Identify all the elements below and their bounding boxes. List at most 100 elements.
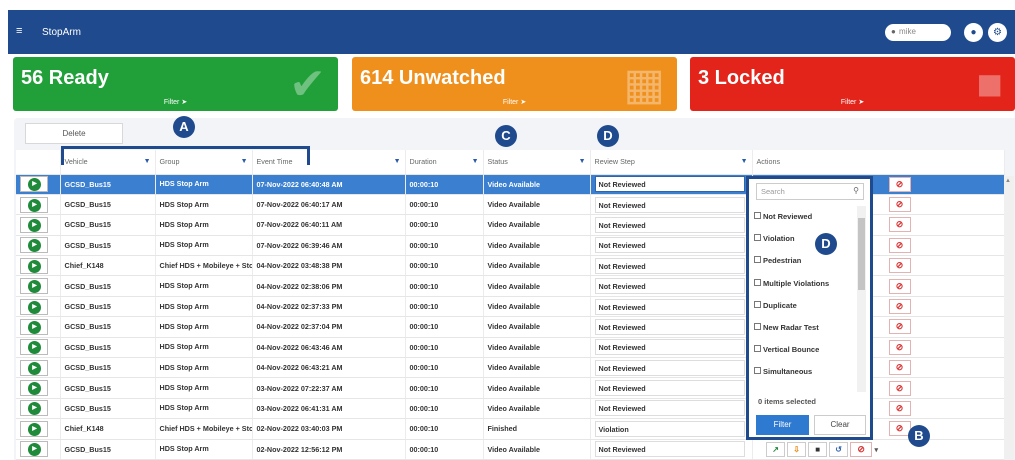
block-icon[interactable]: ⊘ (888, 380, 911, 396)
block-icon[interactable]: ⊘ (888, 360, 911, 376)
review-step-cell[interactable]: Not Reviewed (590, 357, 753, 379)
play-cell[interactable]: ▶ (16, 255, 61, 277)
review-step-cell[interactable]: Not Reviewed (590, 439, 753, 460)
export-icon[interactable]: ↗ (766, 441, 786, 457)
lock-action-icon[interactable]: ■ (808, 441, 828, 457)
review-step-select[interactable]: Not Reviewed (594, 216, 745, 233)
play-cell[interactable]: ▶ (16, 377, 61, 399)
play-cell[interactable]: ▶ (16, 296, 61, 318)
filter-option[interactable]: Not Reviewed (754, 206, 854, 228)
play-cell[interactable]: ▶ (16, 337, 61, 359)
play-icon[interactable]: ▶ (28, 402, 41, 416)
block-icon[interactable]: ⊘ (888, 237, 911, 253)
table-row[interactable]: ▶ GCSD_Bus15 HDS Stop Arm 02-Nov-2022 12:56… (16, 439, 1005, 460)
review-step-select[interactable]: Not Reviewed (594, 237, 745, 254)
filter-funnel-icon[interactable]: ▼ (394, 158, 401, 165)
header-review-step[interactable]: Review Step ▼ (590, 150, 753, 175)
header-duration[interactable]: Duration ▼ (405, 150, 484, 175)
review-step-cell[interactable]: Not Reviewed (590, 377, 753, 399)
review-step-select[interactable]: Not Reviewed (594, 441, 745, 458)
table-scrollbar[interactable]: ▲ (1004, 176, 1014, 460)
block-icon[interactable]: ⊘ (888, 299, 911, 315)
checkbox[interactable] (754, 322, 761, 330)
review-step-select[interactable]: Not Reviewed (594, 359, 745, 376)
play-icon[interactable]: ▶ (28, 341, 41, 355)
play-icon[interactable]: ▶ (28, 320, 41, 334)
clear-filter-button[interactable]: Clear (814, 415, 866, 435)
review-step-cell[interactable]: Not Reviewed (590, 337, 753, 359)
checkbox[interactable] (754, 212, 761, 219)
block-icon[interactable]: ⊘ (850, 441, 873, 457)
review-step-cell[interactable]: Not Reviewed (590, 174, 753, 195)
filter-option[interactable]: Multiple Violations (754, 273, 854, 295)
review-step-cell[interactable]: Not Reviewed (590, 235, 753, 257)
apply-filter-button[interactable]: Filter (756, 415, 809, 435)
play-cell[interactable]: ▶ (16, 275, 61, 297)
checkbox[interactable] (754, 345, 761, 353)
filter-option[interactable]: Simultaneous (754, 361, 854, 383)
filter-funnel-icon[interactable]: ▼ (472, 158, 479, 165)
block-icon[interactable]: ⊘ (888, 400, 911, 416)
play-icon[interactable]: ▶ (28, 422, 41, 436)
filter-funnel-icon[interactable]: ▼ (741, 158, 748, 165)
play-icon[interactable]: ▶ (28, 300, 41, 314)
search-icon[interactable]: ⚲ (853, 186, 859, 195)
checkbox[interactable] (754, 256, 761, 264)
filter-funnel-icon[interactable]: ▼ (579, 158, 586, 165)
locked-filter-link[interactable]: Filter ➤ (690, 98, 1015, 106)
play-cell[interactable]: ▶ (16, 174, 61, 195)
block-icon[interactable]: ⊘ (888, 278, 911, 294)
play-icon[interactable]: ▶ (28, 280, 41, 294)
filter-option[interactable]: Vertical Bounce (754, 339, 854, 361)
header-status[interactable]: Status ▼ (483, 150, 591, 175)
filter-option[interactable]: Pedestrian (754, 250, 854, 272)
review-step-cell[interactable]: Not Reviewed (590, 214, 753, 236)
review-step-select[interactable]: Not Reviewed (594, 176, 745, 193)
checkbox[interactable] (754, 300, 761, 308)
checkbox[interactable] (754, 367, 761, 375)
review-step-cell[interactable]: Not Reviewed (590, 296, 753, 318)
scroll-thumb[interactable] (858, 218, 865, 290)
play-icon[interactable]: ▶ (28, 361, 41, 375)
play-icon[interactable]: ▶ (28, 218, 41, 232)
play-cell[interactable]: ▶ (16, 214, 61, 236)
play-icon[interactable]: ▶ (28, 239, 41, 253)
checkbox[interactable] (754, 278, 761, 286)
hamburger-menu-icon[interactable]: ≡ (16, 25, 22, 37)
block-icon[interactable]: ⊘ (888, 319, 911, 335)
filter-search-input[interactable]: Search ⚲ (756, 183, 864, 200)
review-step-select[interactable]: Violation (594, 420, 745, 437)
play-cell[interactable]: ▶ (16, 398, 61, 420)
review-step-select[interactable]: Not Reviewed (594, 380, 745, 397)
block-icon[interactable]: ⊘ (888, 217, 911, 233)
play-cell[interactable]: ▶ (16, 194, 61, 216)
review-step-cell[interactable]: Not Reviewed (590, 316, 753, 338)
play-icon[interactable]: ▶ (28, 259, 41, 273)
review-step-select[interactable]: Not Reviewed (594, 318, 745, 335)
review-step-cell[interactable]: Not Reviewed (590, 275, 753, 297)
review-step-select[interactable]: Not Reviewed (594, 298, 745, 315)
review-step-cell[interactable]: Not Reviewed (590, 194, 753, 216)
review-step-cell[interactable]: Not Reviewed (590, 255, 753, 277)
checkbox[interactable] (754, 234, 761, 242)
play-cell[interactable]: ▶ (16, 418, 61, 440)
history-icon[interactable]: ↺ (829, 441, 849, 457)
download-icon[interactable]: ⇩ (787, 441, 807, 457)
filter-list-scrollbar[interactable] (857, 206, 866, 392)
review-step-select[interactable]: Not Reviewed (594, 196, 745, 213)
review-step-select[interactable]: Not Reviewed (594, 278, 745, 295)
play-icon[interactable]: ▶ (28, 198, 41, 212)
filter-option[interactable]: Duplicate (754, 295, 854, 317)
play-cell[interactable]: ▶ (16, 316, 61, 338)
block-icon[interactable]: ⊘ (888, 258, 911, 274)
filter-option[interactable]: New Radar Test (754, 317, 854, 339)
scroll-up-icon[interactable]: ▲ (1005, 178, 1011, 184)
play-icon[interactable]: ▶ (28, 443, 41, 457)
review-step-select[interactable]: Not Reviewed (594, 400, 745, 417)
play-cell[interactable]: ▶ (16, 357, 61, 379)
filter-option[interactable]: Violation (754, 228, 854, 250)
review-step-select[interactable]: Not Reviewed (594, 339, 745, 356)
play-cell[interactable]: ▶ (16, 235, 61, 257)
block-icon[interactable]: ⊘ (888, 339, 911, 355)
review-step-select[interactable]: Not Reviewed (594, 257, 745, 274)
